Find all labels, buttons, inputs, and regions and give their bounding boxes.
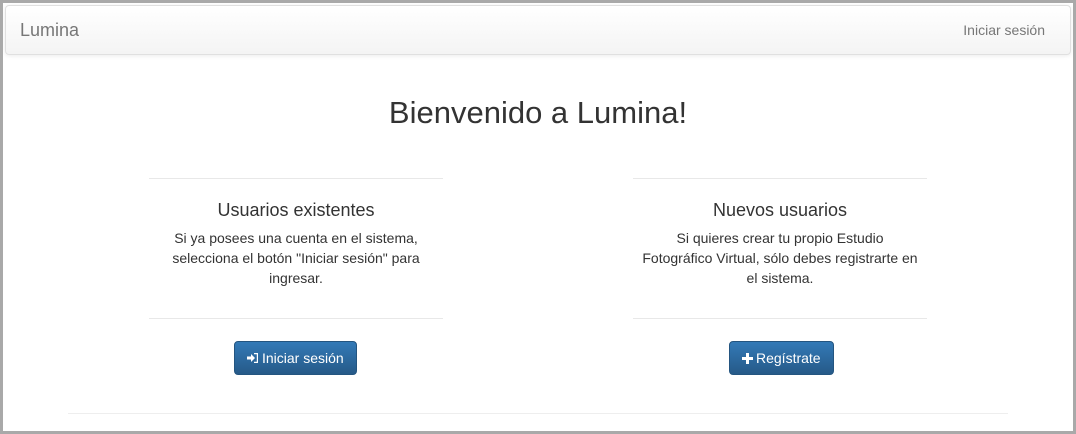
plus-icon [742, 342, 753, 374]
navbar-brand[interactable]: Lumina [20, 6, 79, 54]
divider [149, 178, 443, 179]
register-button-label: Regístrate [756, 350, 821, 366]
divider [149, 318, 443, 319]
login-button-label: Iniciar sesión [262, 350, 344, 366]
divider [633, 178, 927, 179]
browser-viewport: Lumina Iniciar sesión Bienvenido a Lumin… [0, 0, 1076, 434]
existing-users-description: Si ya posees una cuenta en el sistema, s… [172, 230, 420, 286]
existing-users-panel: Usuarios existentes Si ya posees una cue… [149, 178, 443, 375]
navbar: Lumina Iniciar sesión [5, 5, 1071, 55]
login-button[interactable]: Iniciar sesión [234, 341, 357, 375]
new-users-panel: Nuevos usuarios Si quieres crear tu prop… [633, 178, 927, 375]
new-users-title: Nuevos usuarios [712, 200, 848, 220]
register-button[interactable]: Regístrate [729, 341, 834, 375]
footer-divider [68, 413, 1008, 414]
sign-in-icon [247, 342, 259, 374]
new-users-description: Si quieres crear tu propio Estudio Fotog… [642, 230, 918, 286]
page-title: Bienvenido a Lumina! [388, 95, 688, 130]
navbar-login-link[interactable]: Iniciar sesión [963, 6, 1045, 54]
existing-users-title: Usuarios existentes [217, 200, 375, 220]
divider [633, 318, 927, 319]
